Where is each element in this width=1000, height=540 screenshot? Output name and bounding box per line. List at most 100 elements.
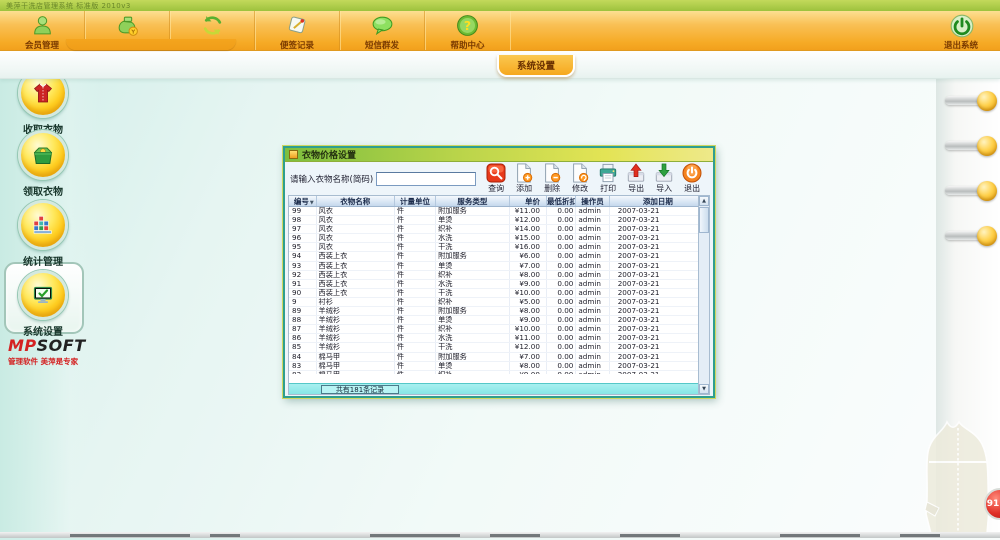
table-cell: 西装上衣 — [317, 262, 395, 270]
table-cell: 附加服务 — [436, 207, 509, 215]
table-cell: 件 — [395, 234, 436, 242]
delete-button[interactable]: 删除 — [540, 163, 564, 194]
exit-button[interactable]: 退出 — [680, 163, 704, 194]
toolbar-exit-button[interactable]: 退出系统 — [930, 13, 992, 51]
table-cell: admin — [576, 234, 609, 242]
table-cell: 附加服务 — [436, 353, 509, 361]
table-row[interactable]: 94西装上衣件附加服务¥6.000.00admin2007-03-21 — [289, 252, 698, 261]
table-row[interactable]: 93西装上衣件单烫¥7.000.00admin2007-03-21 — [289, 262, 698, 271]
table-cell: 干洗 — [436, 243, 509, 251]
table-row[interactable]: 97风衣件织补¥14.000.00admin2007-03-21 — [289, 225, 698, 234]
print-button[interactable]: 打印 — [596, 163, 620, 194]
table-cell: 水洗 — [436, 280, 509, 288]
table-row[interactable]: 88羊绒衫件单烫¥9.000.00admin2007-03-21 — [289, 316, 698, 325]
table-cell: admin — [576, 216, 609, 224]
table-cell: admin — [576, 362, 609, 370]
toolbar-item-sms-broadcast[interactable]: 短信群发 — [340, 11, 425, 50]
note-icon — [285, 13, 310, 38]
table-row[interactable]: 87羊绒衫件织补¥10.000.00admin2007-03-21 — [289, 325, 698, 334]
table-cell: admin — [576, 298, 609, 306]
table-cell: 风衣 — [317, 243, 395, 251]
column-header[interactable]: 最低折扣 — [547, 196, 576, 206]
column-header[interactable]: 编号▼ — [289, 196, 317, 206]
table-cell: 2007-03-21 — [610, 334, 698, 342]
toolbar-item-help-center[interactable]: ? 帮助中心 — [425, 11, 510, 50]
member-icon — [30, 13, 55, 38]
table-cell: 0.00 — [547, 207, 576, 215]
binder-ring — [945, 135, 997, 157]
column-header[interactable]: 添加日期 — [610, 196, 698, 206]
window-titlebar: 美萍干洗店管理系统 标准版 2010v3 — [0, 0, 1000, 11]
dialog-titlebar[interactable]: 衣物价格设置 — [285, 148, 713, 162]
power-icon — [949, 13, 974, 38]
scrollbar-thumb[interactable] — [699, 207, 709, 233]
scroll-up-icon[interactable]: ▲ — [699, 196, 709, 206]
add-button[interactable]: 添加 — [512, 163, 536, 194]
table-row[interactable]: 92西装上衣件织补¥8.000.00admin2007-03-21 — [289, 271, 698, 280]
table-cell: 85 — [289, 343, 317, 351]
toolbar-item-note-records[interactable]: 便签记录 — [255, 11, 340, 50]
tab-system-settings[interactable]: 系统设置 — [497, 55, 575, 77]
scroll-down-icon[interactable]: ▼ — [699, 384, 709, 394]
table-row[interactable]: 9衬衫件织补¥5.000.00admin2007-03-21 — [289, 298, 698, 307]
table-row[interactable]: 84棉马甲件附加服务¥7.000.00admin2007-03-21 — [289, 353, 698, 362]
export-button[interactable]: 导出 — [624, 163, 648, 194]
price-table: 编号▼衣物名称计量单位服务类型单价最低折扣操作员添加日期 99风衣件附加服务¥1… — [288, 195, 710, 395]
table-row[interactable]: 89羊绒衫件附加服务¥8.000.00admin2007-03-21 — [289, 307, 698, 316]
sidebar-item-pickup-clothes[interactable]: 领取衣物 — [0, 130, 86, 198]
page-plus-icon — [514, 163, 534, 183]
column-header[interactable]: 操作员 — [576, 196, 609, 206]
sort-indicator-icon: ▼ — [310, 200, 314, 206]
column-header[interactable]: 衣物名称 — [317, 196, 395, 206]
logo-mp: MP — [8, 336, 37, 355]
corner-badge-text: 91 — [987, 499, 1000, 509]
clothing-name-input[interactable] — [376, 172, 476, 186]
button-label: 删除 — [544, 183, 560, 194]
column-header[interactable]: 单价 — [510, 196, 547, 206]
toolbar-item-label: 短信群发 — [365, 39, 399, 51]
table-cell: 2007-03-21 — [610, 271, 698, 279]
table-row[interactable]: 85羊绒衫件干洗¥12.000.00admin2007-03-21 — [289, 343, 698, 352]
table-row[interactable]: 83棉马甲件单烫¥8.000.00admin2007-03-21 — [289, 362, 698, 371]
sidebar-item-system-settings[interactable]: 系统设置 — [0, 270, 86, 338]
table-cell: 件 — [395, 325, 436, 333]
table-cell: 织补 — [436, 325, 509, 333]
table-cell: 2007-03-21 — [610, 371, 698, 374]
table-row[interactable]: 98风衣件单烫¥12.000.00admin2007-03-21 — [289, 216, 698, 225]
table-cell: 0.00 — [547, 280, 576, 288]
table-row[interactable]: 90西装上衣件干洗¥10.000.00admin2007-03-21 — [289, 289, 698, 298]
table-cell: 衬衫 — [317, 298, 395, 306]
table-row[interactable]: 91西装上衣件水洗¥9.000.00admin2007-03-21 — [289, 280, 698, 289]
table-cell: admin — [576, 343, 609, 351]
window-title: 美萍干洗店管理系统 标准版 2010v3 — [0, 1, 131, 11]
table-row[interactable]: 82棉马甲件织补¥9.000.00admin2007-03-21 — [289, 371, 698, 374]
scrollbar[interactable]: ▲ ▼ — [698, 196, 709, 394]
table-row[interactable]: 86羊绒衫件水洗¥11.000.00admin2007-03-21 — [289, 334, 698, 343]
table-cell: 2007-03-21 — [610, 216, 698, 224]
sidebar-item-statistics[interactable]: 统计管理 — [0, 200, 86, 268]
table-cell: 84 — [289, 353, 317, 361]
table-cell: ¥11.00 — [510, 334, 547, 342]
pickup-clothes-icon — [18, 130, 68, 180]
table-cell: 98 — [289, 216, 317, 224]
table-cell: 件 — [395, 216, 436, 224]
column-header[interactable]: 计量单位 — [395, 196, 436, 206]
table-cell: 单烫 — [436, 362, 509, 370]
toolbar-item-label: 会员管理 — [25, 39, 59, 51]
table-cell: 0.00 — [547, 271, 576, 279]
table-row[interactable]: 96风衣件水洗¥15.000.00admin2007-03-21 — [289, 234, 698, 243]
table-cell: 件 — [395, 334, 436, 342]
help-icon: ? — [455, 13, 480, 38]
query-button[interactable]: 查询 — [484, 163, 508, 194]
table-row[interactable]: 95风衣件干洗¥16.000.00admin2007-03-21 — [289, 243, 698, 252]
table-cell: 2007-03-21 — [610, 262, 698, 270]
table-cell: ¥14.00 — [510, 225, 547, 233]
table-cell: 风衣 — [317, 225, 395, 233]
column-header[interactable]: 服务类型 — [436, 196, 510, 206]
button-label: 打印 — [600, 183, 616, 194]
table-row[interactable]: 99风衣件附加服务¥11.000.00admin2007-03-21 — [289, 207, 698, 216]
modify-button[interactable]: 修改 — [568, 163, 592, 194]
import-button[interactable]: 导入 — [652, 163, 676, 194]
table-cell: 附加服务 — [436, 307, 509, 315]
table-cell: admin — [576, 280, 609, 288]
